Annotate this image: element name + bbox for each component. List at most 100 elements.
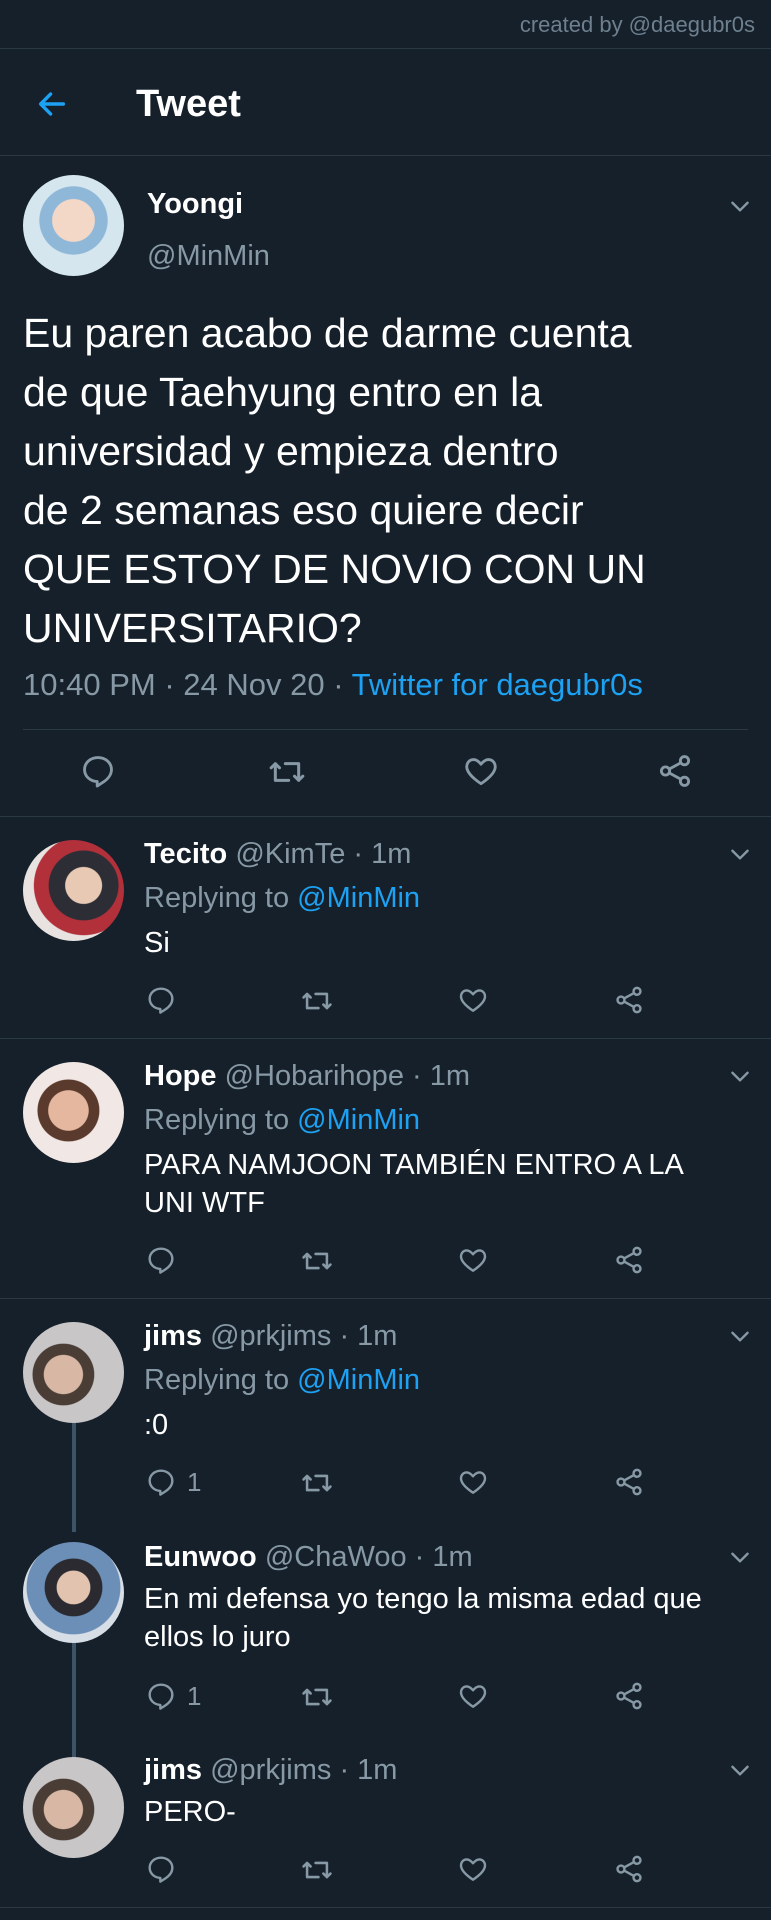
reply-actions [0,984,771,1024]
reply-author[interactable]: Eunwoo @ChaWoo · 1m [144,1541,473,1574]
reply-icon [145,1853,177,1885]
reply-time: 1m [371,838,412,870]
avatar[interactable] [23,1757,124,1858]
share-icon [613,1244,645,1276]
share-icon [613,1466,645,1498]
author-handle[interactable]: @MinMin [147,240,270,273]
chevron-down-icon[interactable] [727,841,753,867]
reply-time: 1m [357,1754,398,1786]
avatar[interactable] [23,1542,124,1643]
reply-actions: 1 [0,1680,771,1720]
share-button[interactable] [613,1853,645,1885]
author-name[interactable]: Yoongi [147,188,243,221]
divider [0,1038,771,1039]
reply-name: Hope [144,1060,217,1092]
reply-count: 1 [187,1680,202,1711]
reply-button[interactable]: 1 [145,1680,201,1712]
retweet-icon [300,1853,334,1887]
reply-handle: @ChaWoo [264,1541,407,1573]
reply-author[interactable]: jims @prkjims · 1m [144,1754,397,1787]
reply-name: jims [144,1320,203,1352]
like-button[interactable] [457,1680,489,1712]
retweet-icon [300,984,334,1018]
like-icon [457,1680,489,1712]
mention-link[interactable]: @MinMin [297,1104,420,1136]
reply-button[interactable]: 1 [145,1466,201,1498]
like-icon [457,984,489,1016]
retweet-button[interactable] [300,1680,334,1714]
reply-time: 1m [432,1541,473,1573]
separator: · [333,667,344,702]
chevron-down-icon[interactable] [727,1757,753,1783]
reply-name: Tecito [144,838,228,870]
share-icon [613,1853,645,1885]
reply-author[interactable]: Hope @Hobarihope · 1m [144,1060,470,1093]
divider [0,816,771,817]
retweet-icon [300,1466,334,1500]
share-icon [656,752,694,790]
watermark: created by @daegubr0s [0,0,771,49]
like-icon [457,1244,489,1276]
like-button[interactable] [462,752,500,790]
tweet-time: 10:40 PM [23,667,156,702]
like-icon [457,1466,489,1498]
mention-link[interactable]: @MinMin [297,1364,420,1396]
reply-icon [145,1680,177,1712]
tweet-text: Eu paren acabo de darme cuenta de que Ta… [23,310,646,651]
reply-icon [145,1244,177,1276]
like-icon [457,1853,489,1885]
like-icon [462,752,500,790]
tweet-date: 24 Nov 20 [183,667,325,702]
like-button[interactable] [457,1244,489,1276]
avatar[interactable] [23,175,124,276]
like-button[interactable] [457,1853,489,1885]
reply-count: 1 [187,1466,202,1497]
share-button[interactable] [656,752,694,790]
reply-button[interactable] [145,984,177,1016]
reply-handle: @prkjims [210,1320,332,1352]
back-arrow-icon [38,92,66,116]
separator: · [164,667,175,702]
chevron-down-icon[interactable] [727,1063,753,1089]
share-button[interactable] [613,1680,645,1712]
share-icon [613,1680,645,1712]
avatar[interactable] [23,840,124,941]
retweet-button[interactable] [300,1853,334,1887]
avatar[interactable] [23,1062,124,1163]
reply-text: En mi defensa yo tengo la misma edad que… [144,1583,702,1653]
reply-author[interactable]: jims @prkjims · 1m [144,1320,397,1353]
reply-handle: @Hobarihope [224,1060,404,1092]
share-button[interactable] [613,984,645,1016]
retweet-button[interactable] [300,1466,334,1500]
reply-text: :0 [144,1409,169,1441]
replying-to: Replying to @MinMin [144,1364,421,1396]
tweet-meta: 10:40 PM · 24 Nov 20 · Twitter for daegu… [23,667,643,703]
retweet-button[interactable] [267,752,307,792]
divider [23,729,748,730]
reply-handle: @prkjims [210,1754,332,1786]
avatar[interactable] [23,1322,124,1423]
mention-link[interactable]: @MinMin [297,882,420,914]
reply-button[interactable] [79,752,117,790]
reply-button[interactable] [145,1244,177,1276]
retweet-button[interactable] [300,1244,334,1278]
reply-icon [145,1466,177,1498]
tweet-source[interactable]: Twitter for daegubr0s [352,667,643,702]
top-bar: Tweet [0,49,771,156]
chevron-down-icon[interactable] [727,193,753,219]
reply-time: 1m [429,1060,471,1092]
reply-author[interactable]: Tecito @KimTe · 1m [144,838,411,871]
like-button[interactable] [457,1466,489,1498]
back-button[interactable] [30,82,74,126]
reply-text: Si [144,927,170,959]
retweet-icon [267,752,307,792]
divider [0,1298,771,1299]
retweet-button[interactable] [300,984,334,1018]
share-button[interactable] [613,1466,645,1498]
chevron-down-icon[interactable] [727,1323,753,1349]
retweet-icon [300,1680,334,1714]
like-button[interactable] [457,984,489,1016]
reply-button[interactable] [145,1853,177,1885]
share-button[interactable] [613,1244,645,1276]
chevron-down-icon[interactable] [727,1544,753,1570]
